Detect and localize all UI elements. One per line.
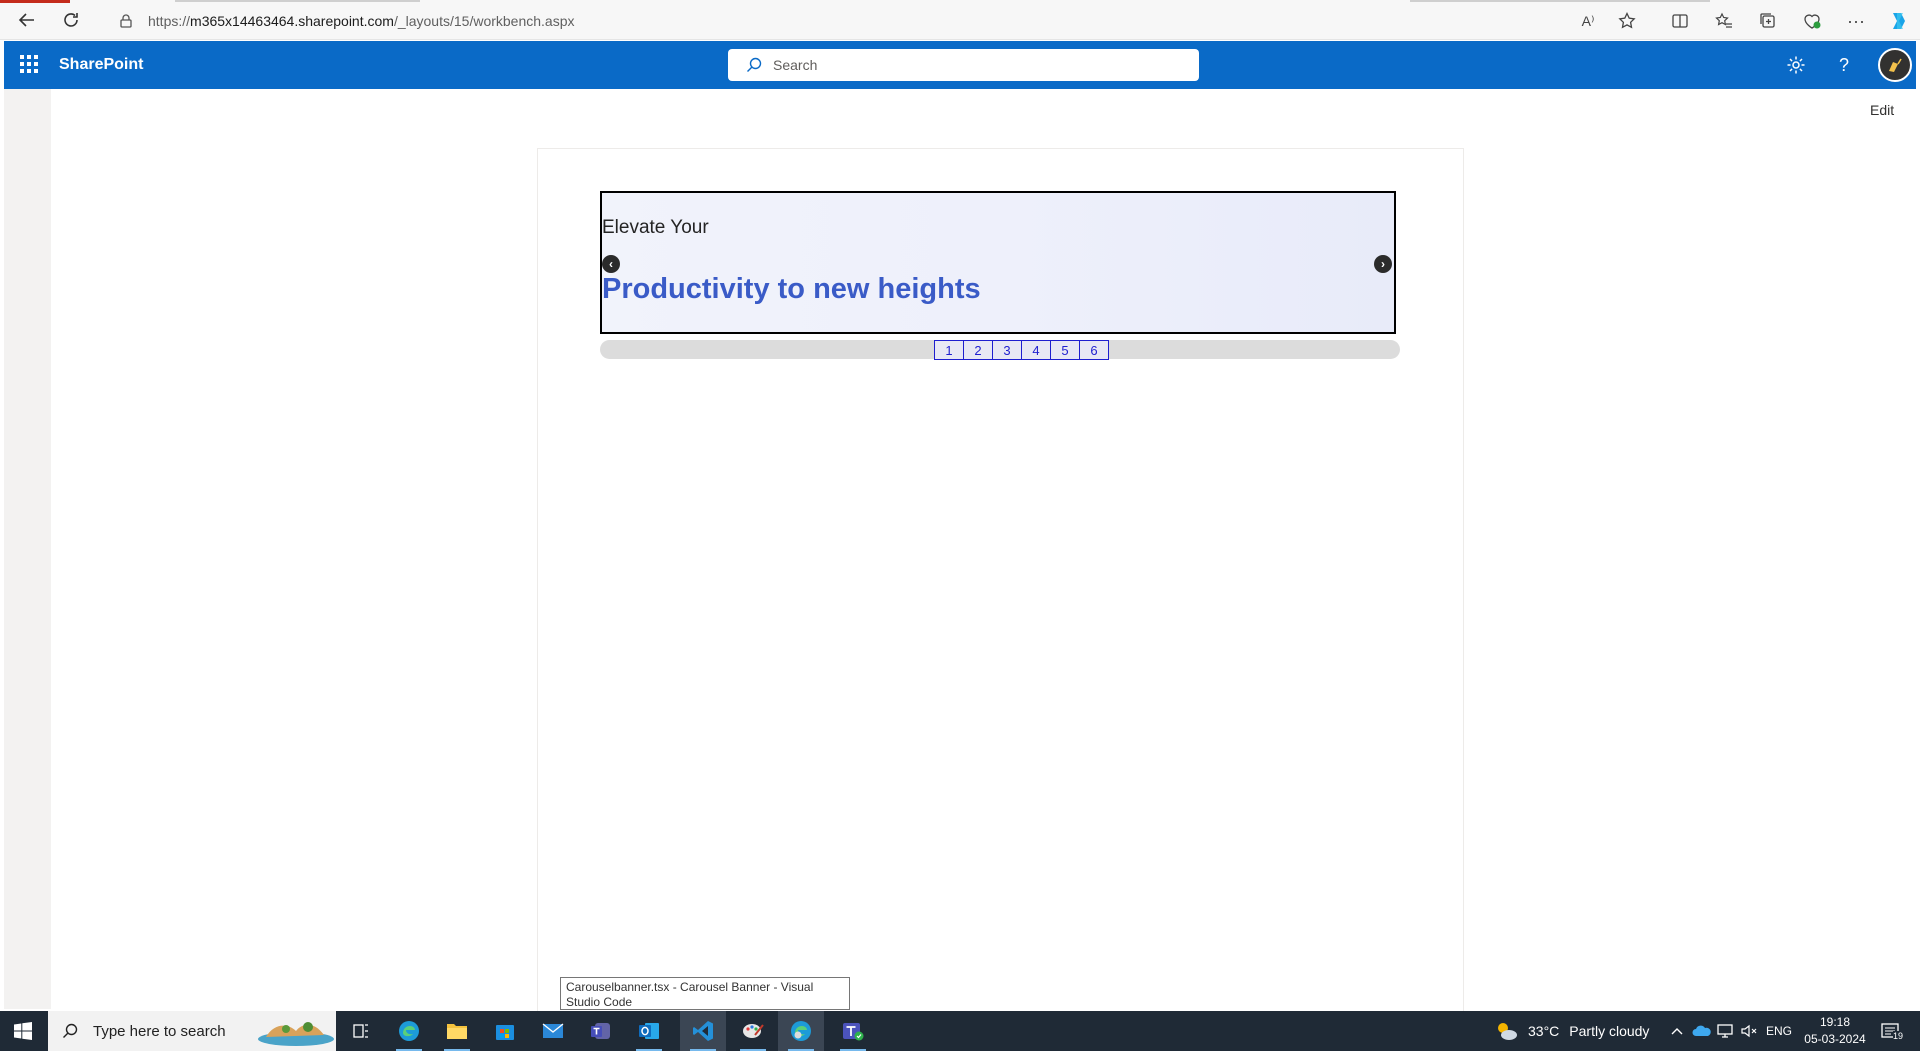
settings-gear-icon[interactable] [1784,53,1808,77]
active-tab-indicator [0,0,70,3]
carousel-prev-icon[interactable]: ‹ [602,255,620,273]
browser-essentials-icon[interactable] [1800,9,1824,33]
microsoft-store-icon[interactable] [482,1011,528,1051]
search-icon [61,1022,79,1040]
url-text: https://m365x14463464.sharepoint.com/_la… [148,13,575,29]
paint-app-icon[interactable] [730,1011,776,1051]
tab-strip [1410,0,1710,2]
search-icon [745,56,763,74]
tab-strip [175,0,420,2]
windows-taskbar: Type here to search 33°C Partly cloudy E… [0,1011,1920,1051]
carousel-page-button-3[interactable]: 3 [992,340,1022,360]
address-bar[interactable]: https://m365x14463464.sharepoint.com/_la… [104,7,1574,35]
windows-start-icon[interactable] [0,1011,46,1051]
task-view-icon[interactable] [338,1011,384,1051]
edit-button[interactable]: Edit [1870,102,1894,118]
browser-toolbar: https://m365x14463464.sharepoint.com/_la… [0,0,1920,40]
edge-profile-app-icon[interactable] [778,1011,824,1051]
teams-app-icon[interactable] [578,1011,624,1051]
taskbar-clock[interactable]: 19:18 05-03-2024 [1790,1014,1880,1048]
user-avatar[interactable] [1878,48,1912,82]
file-explorer-icon[interactable] [434,1011,480,1051]
carousel-pager: 123456 [934,340,1109,360]
weather-temp: 33°C [1528,1023,1560,1039]
weather-widget[interactable]: 33°C Partly cloudy [1494,1011,1649,1051]
search-highlight-illustration-icon [258,1022,334,1046]
split-screen-icon[interactable] [1668,9,1692,33]
left-rail [4,89,51,1009]
collections-icon[interactable] [1756,9,1780,33]
suite-bar: SharePoint Search ? [4,41,1916,89]
vscode-app-icon[interactable] [680,1011,726,1051]
carousel-page-button-5[interactable]: 5 [1050,340,1080,360]
language-indicator[interactable]: ENG [1766,1011,1792,1051]
favorite-star-icon[interactable] [1615,9,1639,33]
clock-time: 19:18 [1819,1015,1851,1029]
taskbar-search-input[interactable]: Type here to search [48,1011,336,1051]
back-icon[interactable] [16,9,38,31]
refresh-icon[interactable] [60,9,82,31]
network-icon[interactable] [1716,1011,1734,1051]
search-placeholder: Search [773,57,818,73]
carousel-page-button-4[interactable]: 4 [1021,340,1051,360]
help-icon[interactable]: ? [1832,53,1856,77]
mail-app-icon[interactable] [530,1011,576,1051]
taskbar-search-placeholder: Type here to search [93,1022,226,1040]
app-launcher-icon[interactable] [20,55,40,75]
outlook-app-icon[interactable] [626,1011,672,1051]
notifications-icon[interactable]: 19 [1880,1011,1904,1051]
read-aloud-icon[interactable]: A⁾ [1576,9,1600,33]
carousel-page-button-2[interactable]: 2 [963,340,993,360]
notification-count-badge: 19 [1893,1031,1904,1041]
edge-app-icon[interactable] [386,1011,432,1051]
carousel-eyebrow: Elevate Your [602,217,709,238]
favorites-icon[interactable] [1712,9,1736,33]
onedrive-icon[interactable] [1692,1011,1712,1051]
carousel-page-button-6[interactable]: 6 [1079,340,1109,360]
carousel-headline: Productivity to new heights [602,273,981,305]
taskbar-tooltip: Carouselbanner.tsx - Carousel Banner - V… [560,977,850,1010]
more-options-icon[interactable]: ··· [1844,9,1868,33]
show-hidden-icons-chevron-up-icon[interactable] [1670,1011,1684,1051]
volume-muted-icon[interactable] [1740,1011,1758,1051]
carousel-page-button-1[interactable]: 1 [934,340,964,360]
carousel-next-icon[interactable]: › [1374,255,1392,273]
copilot-icon[interactable] [1886,9,1910,33]
teams-chat-app-icon[interactable] [830,1011,876,1051]
carousel-banner: Elevate Your Productivity to new heights… [600,191,1396,334]
search-input[interactable]: Search [728,49,1199,81]
weather-desc: Partly cloudy [1569,1023,1650,1039]
lock-icon[interactable] [116,11,136,31]
clock-date: 05-03-2024 [1804,1032,1866,1046]
partly-cloudy-icon [1494,1020,1520,1042]
sharepoint-title[interactable]: SharePoint [59,56,143,74]
